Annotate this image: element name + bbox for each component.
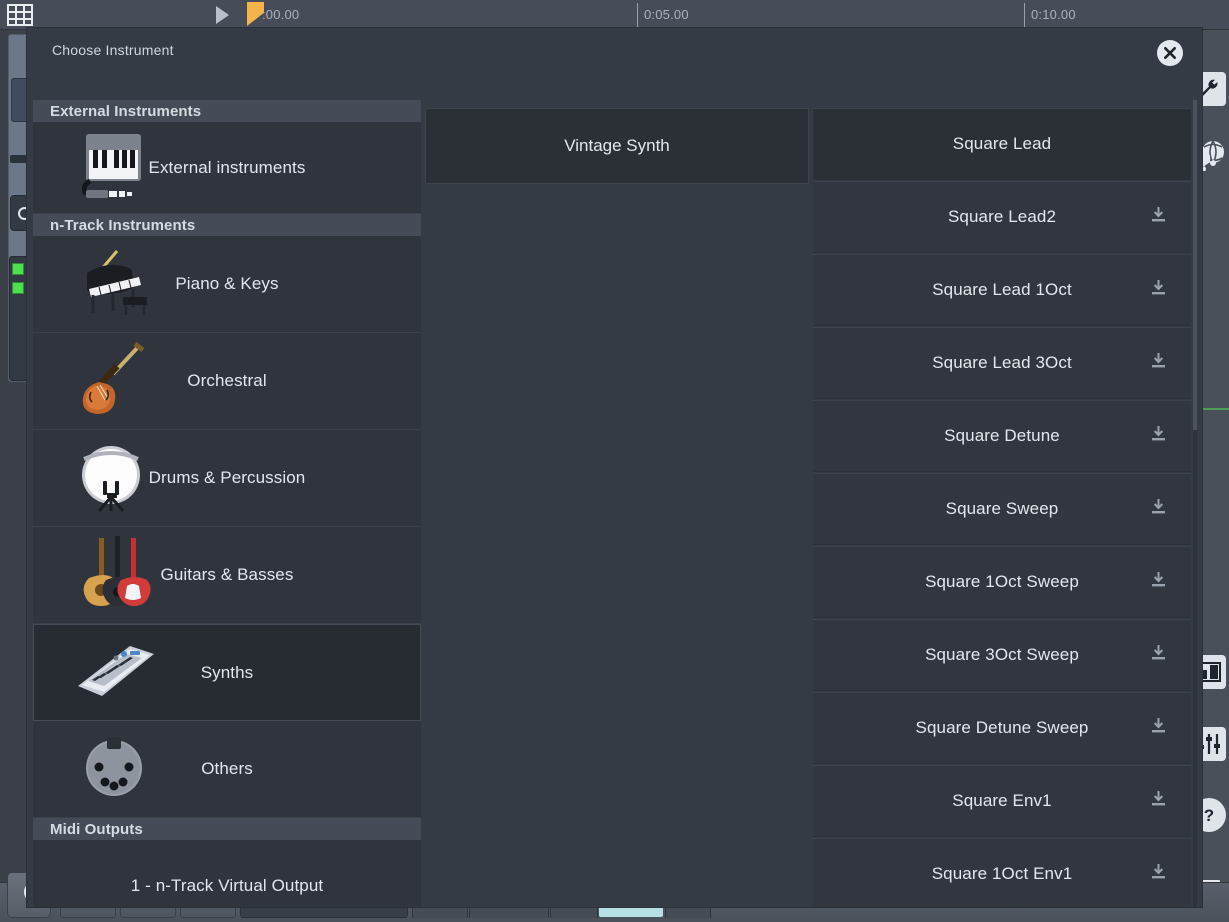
svg-text:?: ? bbox=[1204, 806, 1214, 825]
download-icon[interactable] bbox=[1150, 352, 1167, 374]
category-item-label: Synths bbox=[200, 662, 254, 682]
preset-item-label: Square Lead bbox=[952, 134, 1052, 153]
instrument-item-label: Vintage Synth bbox=[564, 136, 670, 155]
category-item-orchestral[interactable]: Orchestral bbox=[33, 333, 421, 430]
timeline-tick-label-2: 0:10.00 bbox=[1031, 7, 1076, 22]
preset-item-label: Square Lead 3Oct bbox=[932, 353, 1072, 372]
preset-item-6[interactable]: Square 1Oct Sweep bbox=[813, 546, 1191, 618]
preset-item-4[interactable]: Square Detune bbox=[813, 400, 1191, 472]
category-item-label: External instruments bbox=[148, 157, 306, 177]
preset-item-label: Square Lead 1Oct bbox=[932, 280, 1072, 299]
instrument-list[interactable]: Vintage Synth bbox=[425, 100, 809, 907]
timeline-tick-2 bbox=[1024, 3, 1025, 27]
preset-item-3[interactable]: Square Lead 3Oct bbox=[813, 327, 1191, 399]
preset-item-0[interactable]: Square Lead bbox=[813, 108, 1191, 180]
category-item-synths[interactable]: Synths bbox=[33, 624, 421, 721]
category-section-header-0: External Instruments bbox=[33, 100, 421, 122]
preset-item-9[interactable]: Square Env1 bbox=[813, 765, 1191, 837]
download-icon[interactable] bbox=[1150, 717, 1167, 739]
preset-item-10[interactable]: Square 1Oct Env1 bbox=[813, 838, 1191, 907]
preset-scrollbar[interactable] bbox=[1193, 100, 1197, 907]
category-item-label: Guitars & Basses bbox=[160, 565, 294, 584]
category-item-guitars-basses[interactable]: Guitars & Basses bbox=[33, 527, 421, 624]
category-item-external-instruments[interactable]: External instruments bbox=[33, 122, 421, 214]
category-item-label: Others bbox=[201, 759, 253, 778]
play-icon[interactable] bbox=[216, 6, 229, 24]
preset-item-label: Square Lead2 bbox=[947, 207, 1056, 226]
preset-item-label: Square Detune Sweep bbox=[915, 718, 1089, 737]
preset-item-label: Square 1Oct Env1 bbox=[931, 864, 1073, 883]
download-icon[interactable] bbox=[1150, 206, 1167, 228]
category-item-label: Piano & Keys bbox=[175, 274, 279, 293]
dialog-body: External Instruments External instrument… bbox=[27, 70, 1202, 907]
preset-item-7[interactable]: Square 3Oct Sweep bbox=[813, 619, 1191, 691]
download-icon[interactable] bbox=[1150, 425, 1167, 447]
download-icon[interactable] bbox=[1150, 279, 1167, 301]
category-list[interactable]: External Instruments External instrument… bbox=[33, 100, 421, 907]
preset-item-2[interactable]: Square Lead 1Oct bbox=[813, 254, 1191, 326]
download-icon[interactable] bbox=[1150, 644, 1167, 666]
choose-instrument-dialog: Choose Instrument External Instruments E… bbox=[27, 28, 1202, 907]
preset-item-label: Square 3Oct Sweep bbox=[925, 645, 1079, 664]
download-icon[interactable] bbox=[1150, 790, 1167, 812]
category-item-others[interactable]: Others bbox=[33, 721, 421, 818]
timeline-tick-label-1: 0:05.00 bbox=[644, 7, 689, 22]
timeline-tick-label-0: :00.00 bbox=[262, 7, 300, 22]
category-item-label: 1 - n-Track Virtual Output bbox=[130, 875, 324, 895]
category-section-header-1: n-Track Instruments bbox=[33, 214, 421, 236]
instrument-item-vintage-synth[interactable]: Vintage Synth bbox=[425, 108, 809, 184]
category-item-drums-percussion[interactable]: Drums & Percussion bbox=[33, 430, 421, 527]
preset-item-5[interactable]: Square Sweep bbox=[813, 473, 1191, 545]
record-led[interactable] bbox=[12, 263, 24, 275]
category-section-header-2: Midi Outputs bbox=[33, 818, 421, 840]
timeline-ruler[interactable]: :00.00 0:05.00 0:10.00 bbox=[0, 0, 1229, 30]
preset-item-label: Square Env1 bbox=[952, 791, 1052, 810]
download-icon[interactable] bbox=[1150, 863, 1167, 885]
grid-icon[interactable] bbox=[4, 2, 36, 28]
preset-item-label: Square Sweep bbox=[945, 499, 1059, 518]
preset-list[interactable]: Square Lead Square Lead2 Square Lead 1Oc… bbox=[813, 100, 1197, 907]
preset-item-label: Square 1Oct Sweep bbox=[925, 572, 1079, 591]
category-item-label: Orchestral bbox=[187, 371, 267, 390]
category-item-label: Drums & Percussion bbox=[148, 468, 306, 487]
timeline-tick-1 bbox=[637, 3, 638, 27]
close-icon[interactable] bbox=[1157, 40, 1183, 66]
download-icon[interactable] bbox=[1150, 571, 1167, 593]
category-item-midi-virtual-output[interactable]: 1 - n-Track Virtual Output bbox=[33, 840, 421, 907]
preset-item-1[interactable]: Square Lead2 bbox=[813, 181, 1191, 253]
download-icon[interactable] bbox=[1150, 498, 1167, 520]
category-item-piano-keys[interactable]: Piano & Keys bbox=[33, 236, 421, 333]
dialog-title: Choose Instrument bbox=[52, 42, 174, 58]
preset-item-label: Square Detune bbox=[944, 426, 1060, 445]
preset-item-8[interactable]: Square Detune Sweep bbox=[813, 692, 1191, 764]
monitor-led[interactable] bbox=[12, 282, 24, 294]
